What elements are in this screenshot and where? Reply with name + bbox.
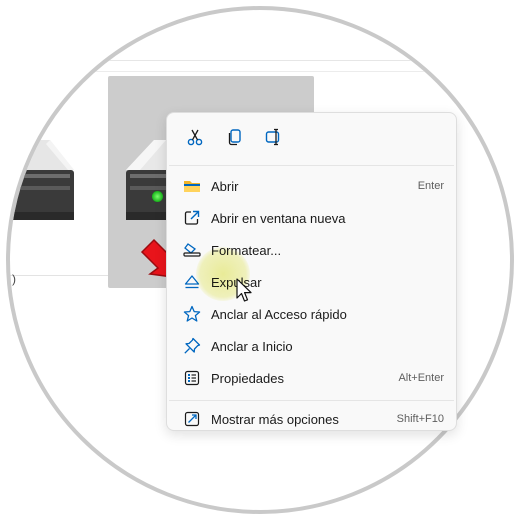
drive-label-left: ) xyxy=(12,272,16,286)
drive-led-indicator xyxy=(152,191,163,202)
menu-item-label: Mostrar más opciones xyxy=(211,411,339,427)
menu-separator xyxy=(169,165,454,166)
more-options-icon xyxy=(183,410,201,428)
cut-button[interactable] xyxy=(183,125,207,149)
menu-item-shortcut: Alt+Enter xyxy=(398,372,444,384)
mouse-cursor-icon xyxy=(236,278,252,302)
menu-item-shortcut: Shift+F10 xyxy=(396,413,444,425)
menu-item-label: Anclar al Acceso rápido xyxy=(211,306,347,322)
menu-item-label: Anclar a Inicio xyxy=(211,338,293,354)
scissors-icon xyxy=(187,129,203,146)
menu-item-abrir-ventana-nueva[interactable]: Abrir en ventana nueva xyxy=(171,203,452,233)
context-menu-toolbar xyxy=(167,113,456,161)
copy-icon xyxy=(228,129,241,146)
divider xyxy=(10,60,510,61)
properties-icon xyxy=(183,369,201,387)
folder-icon xyxy=(183,177,201,195)
menu-separator xyxy=(169,400,454,401)
rename-button[interactable] xyxy=(262,125,286,149)
menu-item-anclar-inicio[interactable]: Anclar a Inicio xyxy=(171,331,452,361)
menu-item-label: Abrir en ventana nueva xyxy=(211,210,346,226)
open-new-window-icon xyxy=(183,209,201,227)
format-icon xyxy=(183,241,201,259)
menu-item-anclar-acceso-rapido[interactable]: Anclar al Acceso rápido xyxy=(171,299,452,329)
drive-icon-left[interactable] xyxy=(10,140,76,226)
copy-button[interactable] xyxy=(223,125,247,149)
menu-item-label: Propiedades xyxy=(211,370,284,386)
star-icon xyxy=(183,305,201,323)
menu-item-label: Abrir xyxy=(211,178,239,194)
divider xyxy=(10,71,510,72)
rename-icon xyxy=(265,128,280,146)
menu-item-abrir[interactable]: Abrir Enter xyxy=(171,171,452,201)
menu-item-mostrar-mas-opciones[interactable]: Mostrar más opciones Shift+F10 xyxy=(171,404,452,434)
menu-item-shortcut: Enter xyxy=(417,180,444,192)
menu-item-propiedades[interactable]: Propiedades Alt+Enter xyxy=(171,363,452,393)
pin-icon xyxy=(183,337,201,355)
